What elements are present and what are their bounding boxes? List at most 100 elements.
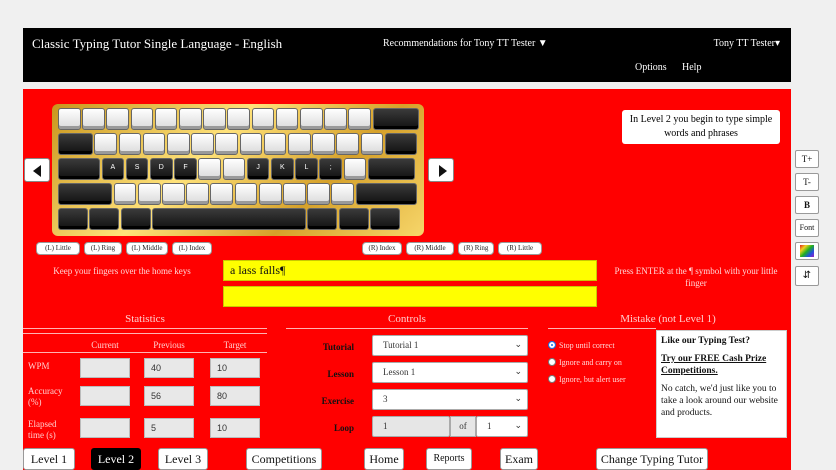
exercise-select[interactable]: 3 ⌄ [372,389,528,410]
keyboard-key [222,158,246,180]
reports-button[interactable]: Reports [426,448,472,470]
mistake-option-ignore[interactable]: Ignore and carry on [548,358,622,368]
keyboard-key [152,208,306,230]
home-key: J [246,158,270,180]
home-keys-hint: Keep your fingers over the home keys [53,266,191,276]
keyboard-key [58,158,101,180]
next-arrow-button[interactable] [428,158,454,182]
statistics-divider-2 [23,333,267,334]
typing-target-line[interactable]: a lass falls¶ [223,260,597,281]
competitions-button[interactable]: Competitions [246,448,322,470]
keyboard-key [120,208,151,230]
keyboard-key [179,108,202,130]
level-1-button[interactable]: Level 1 [23,448,75,470]
typing-input-line[interactable] [223,286,597,307]
radio-icon [548,375,556,383]
app-title: Classic Typing Tutor Single Language - E… [32,36,283,51]
chevron-down-icon: ⌄ [514,421,522,431]
home-key: S [125,158,149,180]
exercise-label: Exercise [321,396,354,406]
tutorial-select[interactable]: Tutorial 1 ⌄ [372,335,528,356]
color-swatch-icon [800,245,814,257]
keyboard-key [210,183,234,205]
user-menu[interactable]: Tony TT Tester▾ [714,38,780,49]
keyboard-key [367,158,415,180]
text-larger-button[interactable]: T+ [795,150,819,168]
level-3-button[interactable]: Level 3 [158,448,208,470]
keyboard-key [162,183,185,205]
options-link[interactable]: Options [635,62,667,73]
statistics-divider [23,328,267,329]
stats-row-label-accuracy: Accuracy (%) [28,386,63,407]
app-header: Classic Typing Tutor Single Language - E… [23,28,791,82]
loop-current-value: 1 [383,421,388,431]
keyboard-key [300,108,323,130]
home-button[interactable]: Home [364,448,404,470]
keyboard-key [307,183,330,205]
keyboard-key [234,183,258,205]
keyboard-key [263,133,287,155]
lesson-select[interactable]: Lesson 1 ⌄ [372,362,528,383]
text-smaller-button[interactable]: T- [795,173,819,191]
mistake-divider [548,328,656,329]
finger-label-r-index: (R) Index [362,242,402,255]
finger-label-l-middle: (L) Middle [126,242,168,255]
keyboard-key [118,133,142,155]
stats-col-current: Current [91,340,119,350]
keyboard-key [239,133,263,155]
chevron-down-icon: ⌄ [514,394,522,404]
home-key: A [101,158,125,180]
controls-divider [286,328,528,329]
keyboard-key [58,183,113,205]
keyboard-key [215,133,238,155]
loop-total-select[interactable]: 1 ⌄ [476,416,528,437]
exam-button[interactable]: Exam [500,448,538,470]
stats-col-target: Target [223,340,247,350]
finger-label-r-little: (R) Little [498,242,542,255]
mistake-option-ignore-label: Ignore and carry on [559,358,622,367]
home-key: K [270,158,294,180]
stats-elapsed-current [80,418,130,438]
keyboard-key [203,108,226,130]
promo-link[interactable]: Try our FREE Cash Prize Competitions. [661,353,782,377]
font-button[interactable]: Font [795,219,819,237]
promo-heading: Like our Typing Test? [661,336,750,346]
move-button[interactable]: ⇵ [795,266,819,286]
radio-icon [548,358,556,366]
bold-button[interactable]: B [795,196,819,214]
promo-box: Like our Typing Test? Try our FREE Cash … [656,330,787,438]
keyboard-key [307,208,338,230]
keyboard-key [258,183,282,205]
change-typing-tutor-button[interactable]: Change Typing Tutor [596,448,708,470]
keyboard-key [94,133,117,155]
recommendations-menu[interactable]: Recommendations for Tony TT Tester ▼ [383,38,548,49]
stats-elapsed-target: 10 [210,418,260,438]
stats-wpm-target: 10 [210,358,260,378]
help-link[interactable]: Help [682,62,701,73]
radio-selected-icon [548,341,556,349]
keyboard-key [372,108,420,130]
keyboard-key [106,108,130,130]
level-2-button[interactable]: Level 2 [91,448,141,470]
keyboard-key [142,133,166,155]
keyboard-key [154,108,178,130]
previous-arrow-button[interactable] [24,158,50,182]
enter-hint: Press ENTER at the ¶ symbol with your li… [614,266,778,288]
promo-body: No catch, we'd just like you to take a l… [661,384,778,418]
mistake-option-alert-label: Ignore, but alert user [559,375,626,384]
keyboard-key [324,108,347,130]
page: Classic Typing Tutor Single Language - E… [0,0,836,470]
color-button[interactable] [795,242,819,260]
keyboard-key [58,108,81,130]
stats-header-divider [23,352,267,353]
statistics-heading: Statistics [125,313,165,325]
mistake-option-alert[interactable]: Ignore, but alert user [548,375,626,385]
keyboard-key [384,133,418,155]
stats-row-label-wpm: WPM [28,361,50,371]
mistake-option-stop[interactable]: Stop until correct [548,341,615,351]
stats-row-label-elapsed: Elapsed time (s) [28,419,57,440]
controls-heading: Controls [388,313,426,325]
keyboard-key [287,133,311,155]
lesson-label: Lesson [327,369,354,379]
mistake-heading: Mistake (not Level 1) [620,313,716,325]
